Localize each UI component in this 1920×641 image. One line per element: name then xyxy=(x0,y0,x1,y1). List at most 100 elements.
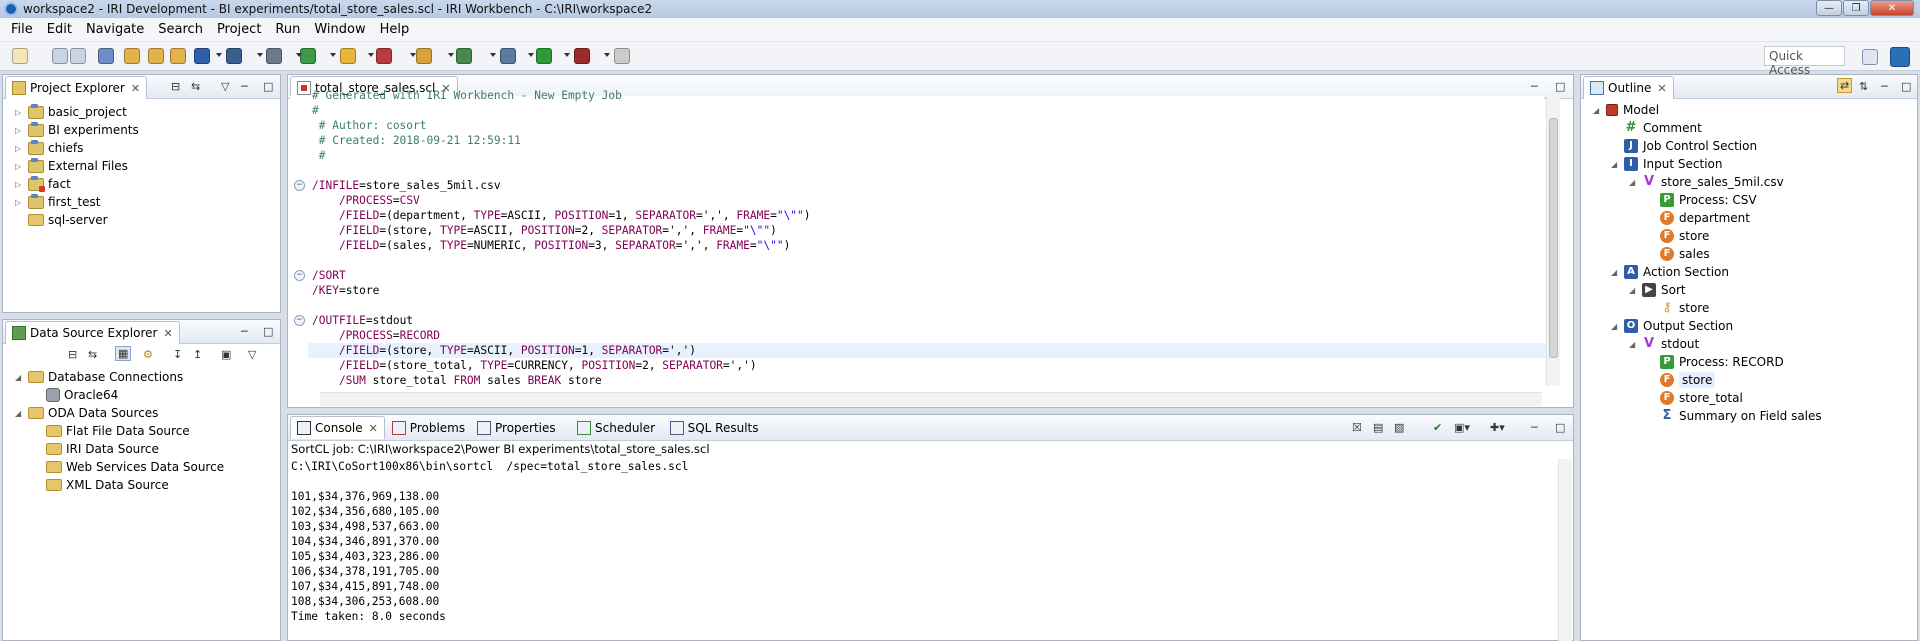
dev-tools-icon[interactable] xyxy=(226,48,242,64)
project-item[interactable]: ▷ basic_project xyxy=(15,103,127,121)
menu-item-navigate[interactable]: Navigate xyxy=(86,22,144,37)
scroll-thumb[interactable] xyxy=(1549,118,1558,358)
code-line[interactable]: # xyxy=(312,148,326,163)
minimize-view-icon[interactable]: ─ xyxy=(241,80,248,93)
link-editor-icon[interactable]: ⇆ xyxy=(191,80,200,93)
collapse-all-icon[interactable]: ⊟ xyxy=(68,348,77,361)
settings-dropdown-icon[interactable] xyxy=(528,53,534,57)
console-output[interactable]: C:\IRI\CoSort100x86\bin\sortcl /spec=tot… xyxy=(291,459,688,624)
code-line[interactable]: /PROCESS=CSV xyxy=(312,193,420,208)
data-source-item[interactable]: ◢ Database Connections xyxy=(15,368,183,386)
code-line[interactable]: /SUM store_total FROM sales BREAK store xyxy=(312,373,602,388)
code-line[interactable]: # xyxy=(312,103,319,118)
code-line[interactable]: /FIELD=(store, TYPE=ASCII, POSITION=2, S… xyxy=(312,223,777,238)
outline-item[interactable]: ◢ Model xyxy=(1593,101,1659,119)
settings-icon[interactable] xyxy=(500,48,516,64)
minimize-view-icon[interactable]: ─ xyxy=(1881,80,1888,93)
project-item[interactable]: ▷ External Files xyxy=(15,157,128,175)
expand-arrow-icon[interactable]: ◢ xyxy=(1611,160,1621,169)
editor-vertical-scrollbar[interactable] xyxy=(1546,96,1560,386)
view-menu-icon[interactable]: ▽ xyxy=(221,80,229,93)
menu-item-help[interactable]: Help xyxy=(380,22,410,37)
tab-outline[interactable]: Outline ✕ xyxy=(1583,76,1674,99)
fold-toggle-icon[interactable]: − xyxy=(294,315,305,326)
display-console-icon[interactable]: ▣▾ xyxy=(1454,421,1470,434)
print-icon[interactable] xyxy=(98,48,114,64)
expand-arrow-icon[interactable]: ▷ xyxy=(15,180,25,189)
expand-arrow-icon[interactable]: ◢ xyxy=(1629,286,1639,295)
tab-scheduler[interactable]: Scheduler xyxy=(571,416,661,439)
data-source-item[interactable]: IRI Data Source xyxy=(33,440,159,458)
expand-arrow-icon[interactable]: ◢ xyxy=(1629,340,1639,349)
maximize-view-icon[interactable]: □ xyxy=(263,325,273,338)
code-line[interactable]: # Generated with IRI Workbench - New Emp… xyxy=(312,88,622,103)
close-tab-icon[interactable]: ✕ xyxy=(131,82,140,95)
data-source-item[interactable]: Flat File Data Source xyxy=(33,422,190,440)
menu-item-file[interactable]: File xyxy=(11,22,33,37)
outline-item[interactable]: Fstore xyxy=(1647,371,1716,389)
outline-item[interactable]: P Process: RECORD xyxy=(1647,353,1784,371)
minimize-view-icon[interactable]: ─ xyxy=(1531,421,1538,434)
data-source-item[interactable]: Web Services Data Source xyxy=(33,458,224,476)
outline-item[interactable]: Σ Summary on Field sales xyxy=(1647,407,1822,425)
expand-arrow-icon[interactable]: ◢ xyxy=(15,373,25,382)
close-tab-icon[interactable]: ✕ xyxy=(1657,82,1666,95)
outline-item[interactable]: ⚷ store xyxy=(1647,299,1709,317)
mask-dropdown-icon[interactable] xyxy=(410,53,416,57)
minimize-view-icon[interactable]: ─ xyxy=(241,325,248,338)
fold-toggle-icon[interactable]: − xyxy=(294,180,305,191)
menu-item-run[interactable]: Run xyxy=(275,22,300,37)
debug-dropdown-icon[interactable] xyxy=(490,53,496,57)
expand-arrow-icon[interactable]: ◢ xyxy=(1611,322,1621,331)
sort-icon[interactable]: ⇅ xyxy=(1859,80,1868,93)
project-item[interactable]: ▷ chiefs xyxy=(15,139,83,157)
menu-item-project[interactable]: Project xyxy=(217,22,261,37)
link-icon[interactable]: ⇆ xyxy=(88,348,97,361)
run-dropdown-icon[interactable] xyxy=(564,53,570,57)
wizard-dropdown-icon[interactable] xyxy=(296,53,302,57)
close-tab-icon[interactable]: ✕ xyxy=(163,327,172,340)
link-with-editor-icon[interactable]: ⇄ xyxy=(1837,78,1853,93)
project-item[interactable]: sql-server xyxy=(15,211,108,229)
outline-item[interactable]: P Process: CSV xyxy=(1647,191,1757,209)
tab-project-explorer[interactable]: Project Explorer ✕ xyxy=(5,76,148,99)
clear-console-icon[interactable]: ☒ xyxy=(1352,421,1362,434)
tab-sql-results[interactable]: SQL Results xyxy=(664,416,765,439)
run-wizard-icon[interactable] xyxy=(266,48,282,64)
close-icon[interactable]: ✕ xyxy=(1870,0,1914,16)
maximize-view-icon[interactable]: □ xyxy=(1901,80,1911,93)
code-line[interactable]: /FIELD=(store_total, TYPE=CURRENCY, POSI… xyxy=(312,358,757,373)
transform-icon[interactable] xyxy=(416,48,432,64)
code-line[interactable]: −/INFILE=store_sales_5mil.csv xyxy=(294,178,501,193)
transform-dropdown-icon[interactable] xyxy=(448,53,454,57)
data-dropdown-icon[interactable] xyxy=(330,53,336,57)
menu-item-window[interactable]: Window xyxy=(314,22,365,37)
code-line[interactable]: /FIELD=(department, TYPE=ASCII, POSITION… xyxy=(312,208,811,223)
security-dropdown-icon[interactable] xyxy=(368,53,374,57)
minimize-icon[interactable]: — xyxy=(1816,0,1842,16)
expand-arrow-icon[interactable]: ◢ xyxy=(1593,106,1603,115)
expand-arrow-icon[interactable]: ◢ xyxy=(15,409,25,418)
code-line[interactable]: # Author: cosort xyxy=(312,118,427,133)
expand-arrow-icon[interactable]: ▷ xyxy=(15,198,25,207)
code-editor[interactable]: # Generated with IRI Workbench - New Emp… xyxy=(290,89,1560,388)
data-source-item[interactable]: ◢ ODA Data Sources xyxy=(15,404,158,422)
dev-dropdown-icon[interactable] xyxy=(257,53,263,57)
open-type-icon[interactable] xyxy=(124,48,140,64)
outline-item[interactable]: Fstore_total xyxy=(1647,389,1743,407)
data-source-item[interactable]: XML Data Source xyxy=(33,476,169,494)
editor-horizontal-scrollbar[interactable] xyxy=(320,392,1542,406)
import-icon[interactable]: ↧ xyxy=(173,348,182,361)
save-icon[interactable] xyxy=(52,48,68,64)
save-icon[interactable]: ▣ xyxy=(221,348,231,361)
code-line[interactable]: −/SORT xyxy=(294,268,346,283)
expand-arrow-icon[interactable]: ▷ xyxy=(15,126,25,135)
maximize-view-icon[interactable]: □ xyxy=(1555,421,1565,434)
code-line[interactable]: /FIELD=(store, TYPE=ASCII, POSITION=1, S… xyxy=(308,343,1548,358)
iri-perspective-icon[interactable] xyxy=(1890,47,1910,67)
maximize-view-icon[interactable]: □ xyxy=(1555,80,1565,93)
project-item[interactable]: ▷ first_test xyxy=(15,193,101,211)
expand-arrow-icon[interactable]: ▷ xyxy=(15,162,25,171)
code-line[interactable]: /PROCESS=RECORD xyxy=(312,328,440,343)
new-icon[interactable] xyxy=(12,48,28,64)
